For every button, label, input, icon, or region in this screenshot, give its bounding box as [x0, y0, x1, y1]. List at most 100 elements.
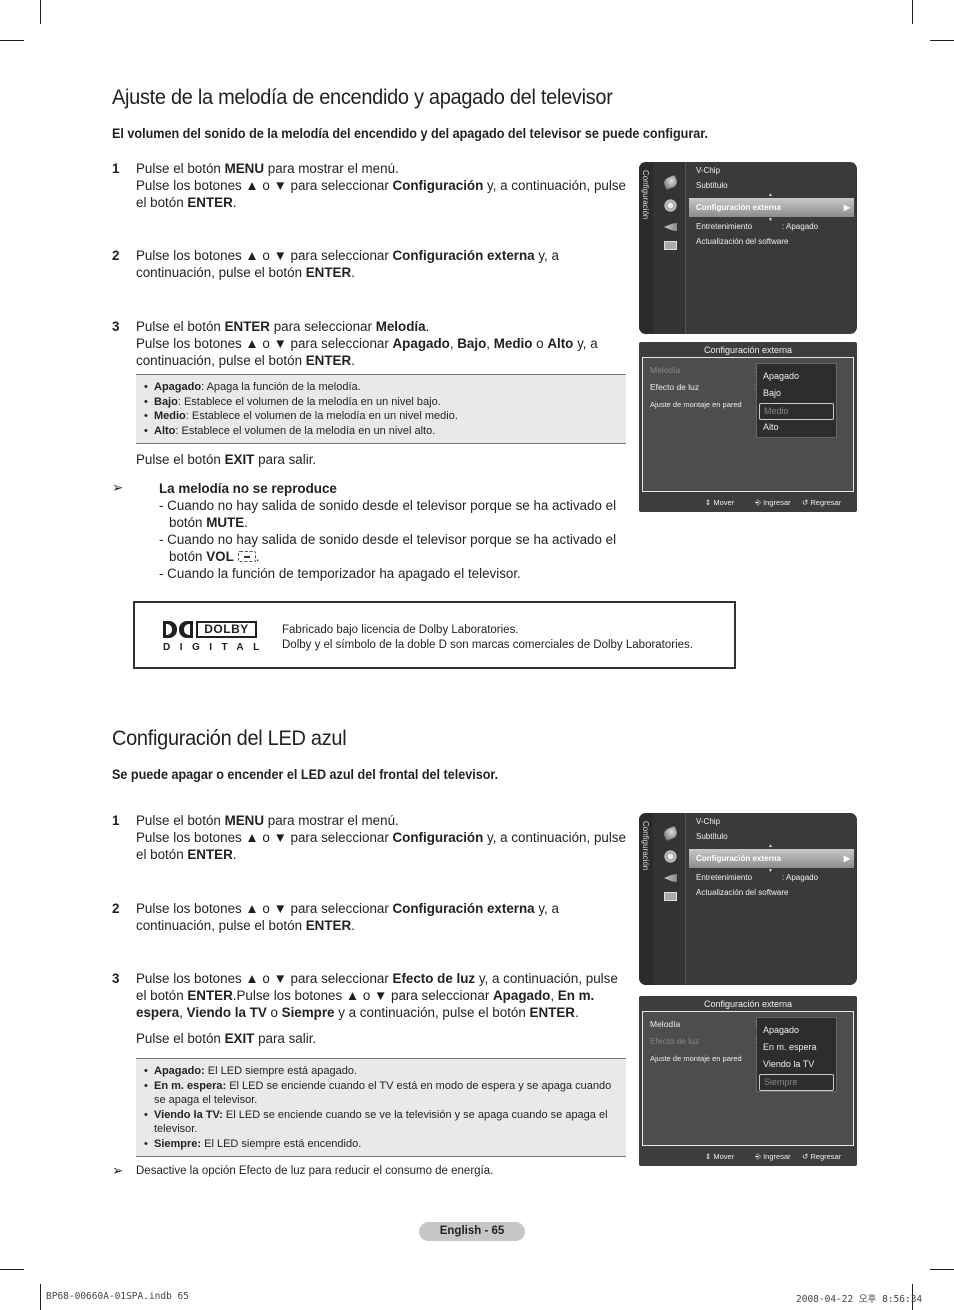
osd-submenu-title: Configuración externa [703, 345, 793, 355]
application-icon[interactable] [664, 892, 677, 901]
scroll-up-icon: ▲ [768, 843, 773, 849]
dolby-digital-label: DIGITAL [163, 642, 269, 653]
osd-menu-item[interactable]: V-Chip [696, 817, 720, 826]
return-icon: ↺ [802, 498, 811, 507]
submenu-arrow-icon: ▶ [843, 203, 850, 212]
crop-mark [0, 1269, 24, 1270]
option-description: Apagado: El LED siempre está apagado. [144, 1064, 618, 1079]
melody-options-box: Apagado: Apaga la función de la melodía.… [136, 374, 626, 444]
note-line-vol: - Cuando no hay salida de sonido desde e… [159, 532, 617, 564]
led-step-1: 1 Pulse el botón MENU para mostrar el men… [112, 812, 627, 863]
osd-menu-item[interactable]: Entretenimiento: Apagado [696, 873, 818, 882]
move-icon: ⇕ [705, 1152, 714, 1161]
step-number: 2 [112, 901, 120, 916]
led-step-3: 3 Pulse los botones ▲ o ▼ para selecciona… [112, 970, 627, 1021]
footer-hint: ↺ Regresar [802, 1152, 842, 1161]
crop-mark [40, 1284, 41, 1310]
print-file-name: BP68-00660A-01SPA.indb 65 [46, 1291, 189, 1302]
note-line-mute: - Cuando no hay salida de sonido desde e… [159, 498, 617, 530]
print-timestamp: 2008-04-22 오후 8:56:34 [796, 1294, 923, 1305]
osd-menu-item[interactable]: Actualización del software [696, 888, 789, 897]
section-subtitle-led: Se puede apagar o encender el LED azul d… [112, 767, 499, 782]
osd-submenu-row[interactable]: Ajuste de montaje en pared [650, 400, 742, 409]
osd-icon-column [653, 162, 686, 334]
osd-submenu-row[interactable]: Efecto de luz [650, 1036, 699, 1046]
osd-menu-item[interactable]: Entretenimiento: Apagado [696, 222, 818, 231]
picture-icon[interactable] [662, 826, 679, 841]
option-description: Apagado: Apaga la función de la melodía. [144, 380, 618, 395]
osd-option[interactable]: Viendo la TV [759, 1057, 834, 1074]
melody-note: ➢ La melodía no se reproduce - Cuando no… [112, 480, 632, 582]
scroll-down-icon: ▼ [768, 217, 773, 223]
melody-step-3: 3 Pulse el botón ENTER para seleccionar M… [112, 318, 627, 369]
option-description: Siempre: El LED siempre está encendido. [144, 1137, 618, 1152]
step-text: Pulse el botón MENU para mostrar el menú… [136, 813, 626, 862]
volume-down-icon [237, 551, 256, 562]
osd-option[interactable]: Alto [759, 420, 834, 437]
osd-submenu-row[interactable]: Melodía [650, 365, 680, 375]
osd-submenu-row[interactable]: Ajuste de montaje en pared [650, 1054, 742, 1063]
tv-setup-menu-screenshot: Configuración V-Chip Subtítulo Configuració… [639, 813, 857, 985]
input-icon[interactable] [664, 874, 677, 882]
osd-option[interactable]: Apagado [759, 369, 834, 386]
step-text: Pulse el botón MENU para mostrar el menú… [136, 161, 626, 210]
tv-melody-submenu-screenshot: Configuración externa Melodía:Efecto de l… [639, 342, 857, 512]
dolby-license-text: Fabricado bajo licencia de Dolby Laborat… [282, 624, 694, 651]
scroll-down-icon: ▼ [768, 868, 773, 874]
dolby-notice: DOLBY DIGITAL Fabricado bajo licencia de… [133, 601, 736, 669]
osd-options-dropdown: Apagado Bajo Medio Alto [756, 363, 837, 438]
osd-menu-item[interactable]: V-Chip [696, 166, 720, 175]
note-title: La melodía no se reproduce [159, 481, 337, 496]
osd-option[interactable]: Siempre [759, 1074, 834, 1091]
osd-menu-item[interactable]: Subtítulo [696, 832, 728, 841]
crop-mark [912, 0, 913, 24]
picture-icon[interactable] [662, 175, 679, 190]
osd-menu-item-selected[interactable]: Configuración externa ▶ [689, 849, 854, 868]
osd-option[interactable]: En m. espera [759, 1040, 834, 1057]
crop-mark [930, 40, 954, 41]
footer-hint: ⇕ Mover [705, 1152, 735, 1161]
osd-submenu-title: Configuración externa [703, 999, 793, 1009]
crop-mark [40, 0, 41, 24]
osd-option[interactable]: Bajo [759, 386, 834, 403]
crop-mark [0, 40, 24, 41]
crop-mark [930, 1269, 954, 1270]
osd-icon-column [653, 813, 686, 985]
step-text: Pulse el botón ENTER para seleccionar Me… [136, 319, 598, 368]
note-arrow-icon: ➢ [112, 480, 124, 495]
osd-option[interactable]: Medio [759, 403, 834, 420]
osd-options-dropdown: Apagado En m. espera Viendo la TV Siempre [756, 1017, 837, 1092]
osd-category-label: Configuración [641, 170, 650, 220]
return-icon: ↺ [802, 1152, 811, 1161]
osd-submenu-row[interactable]: Melodía [650, 1019, 680, 1029]
note-line-timer: - Cuando la función de temporizador ha a… [159, 566, 521, 581]
osd-category-label: Configuración [641, 821, 650, 871]
osd-menu-item[interactable]: Subtítulo [696, 181, 728, 190]
led-note: ➢ Desactive la opción Efecto de luz para… [112, 1163, 494, 1178]
melody-exit-instruction: Pulse el botón EXIT para salir. [136, 452, 317, 467]
footer-hint: ⎆ Ingresar [755, 498, 791, 507]
option-description: Bajo: Establece el volumen de la melodía… [144, 395, 618, 410]
step-number: 3 [112, 319, 120, 334]
setup-gear-icon[interactable] [663, 849, 678, 864]
double-d-icon [163, 621, 193, 638]
dolby-digital-logo: DOLBY DIGITAL [163, 621, 259, 655]
input-icon[interactable] [664, 223, 677, 231]
osd-menu-item-selected[interactable]: Configuración externa ▶ [689, 198, 854, 217]
option-description: Alto: Establece el volumen de la melodía… [144, 424, 618, 439]
tv-light-effect-submenu-screenshot: Configuración externa Melodía:Efecto de l… [639, 996, 857, 1166]
note-arrow-icon: ➢ [112, 1163, 124, 1178]
osd-option[interactable]: Apagado [759, 1023, 834, 1040]
osd-menu-item[interactable]: Actualización del software [696, 237, 789, 246]
osd-submenu-panel: Melodía:Efecto de luz:Ajuste de montaje … [642, 1011, 854, 1146]
submenu-arrow-icon: ▶ [843, 854, 850, 863]
section-title-melody: Ajuste de la melodía de encendido y apag… [112, 86, 613, 109]
option-description: Viendo la TV: El LED se enciende cuando … [144, 1108, 618, 1137]
page-number-badge: English - 65 [419, 1222, 525, 1241]
application-icon[interactable] [664, 241, 677, 250]
osd-submenu-row[interactable]: Efecto de luz [650, 382, 699, 392]
melody-step-2: 2 Pulse los botones ▲ o ▼ para selecciona… [112, 247, 627, 281]
footer-hint: ↺ Regresar [802, 498, 842, 507]
setup-gear-icon[interactable] [663, 198, 678, 213]
step-number: 2 [112, 248, 120, 263]
